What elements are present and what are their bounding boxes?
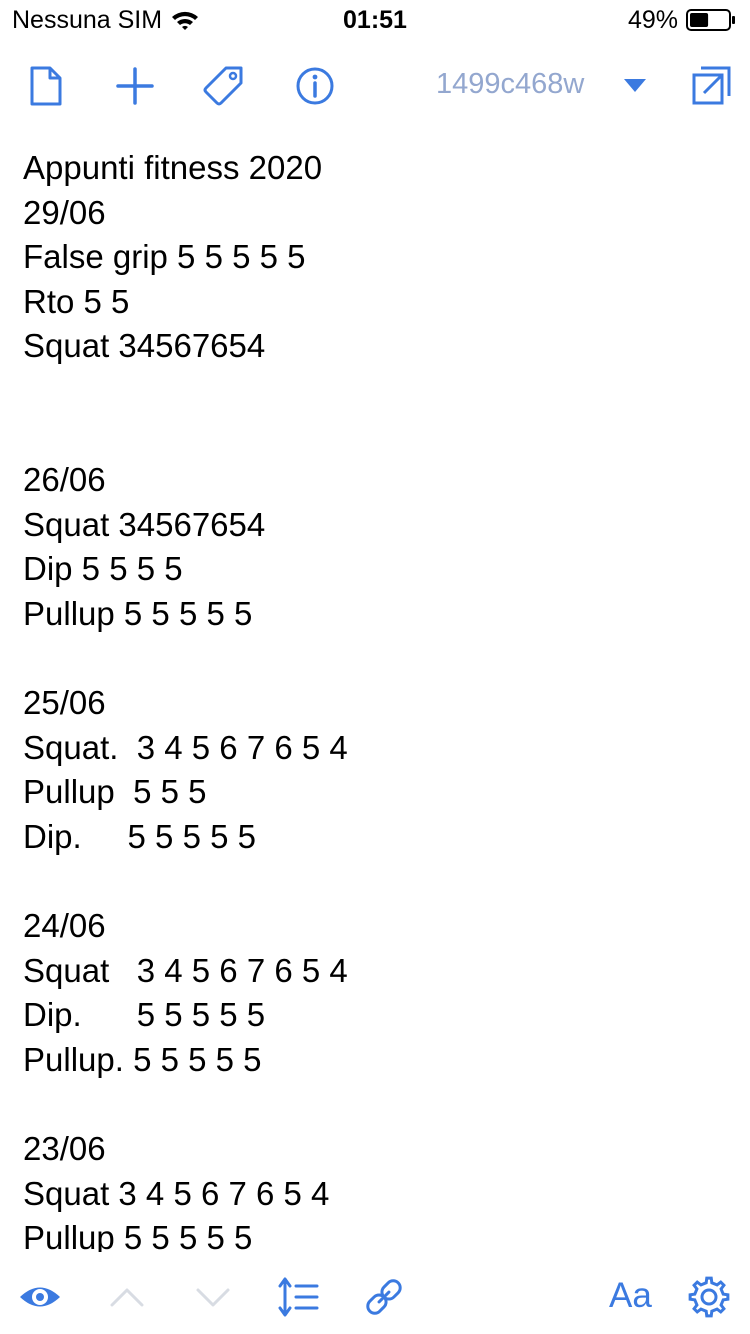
battery-icon (686, 9, 735, 31)
note-line: Squat 3 4 5 6 7 6 5 4 (23, 951, 348, 989)
note-line: Dip 5 5 5 5 (23, 550, 183, 588)
battery-percentage: 49% (627, 6, 678, 34)
info-icon[interactable] (293, 64, 337, 108)
note-line: 24/06 (23, 907, 106, 945)
toolbar: 1499c468w (0, 54, 750, 118)
note-line: Pullup 5 5 5 (23, 773, 207, 811)
note-line: Squat 34567654 (23, 327, 266, 365)
note-line (23, 860, 723, 905)
tag-icon[interactable] (202, 64, 246, 108)
note-line (23, 1082, 723, 1127)
note-line: 25/06 (23, 684, 106, 722)
note-line (23, 369, 723, 414)
note-text-editor[interactable]: Appunti fitness 2020 29/06 False grip 5 5 … (23, 146, 723, 1252)
note-line: Appunti fitness 2020 (23, 149, 323, 186)
caret-down-icon[interactable] (622, 76, 648, 94)
bottom-toolbar: Aa (0, 1262, 750, 1334)
note-line: Squat. 3 4 5 6 7 6 5 4 (23, 728, 348, 766)
link-icon[interactable] (361, 1274, 407, 1320)
note-line: False grip 5 5 5 5 5 (23, 238, 306, 276)
note-line: Dip. 5 5 5 5 5 (23, 996, 266, 1034)
status-bar: Nessuna SIM 01:51 49% (0, 0, 750, 40)
note-line: Squat 3 4 5 6 7 6 5 4 (23, 1174, 330, 1212)
line-spacing-icon[interactable] (275, 1274, 321, 1320)
font-settings-button[interactable]: Aa (609, 1276, 652, 1316)
note-line: Pullup 5 5 5 5 5 (23, 1219, 253, 1252)
document-icon[interactable] (24, 64, 68, 108)
note-line: Pullup. 5 5 5 5 5 (23, 1040, 262, 1078)
eye-icon[interactable] (17, 1274, 63, 1320)
note-name[interactable]: 1499c468w (436, 68, 584, 101)
plus-icon[interactable] (113, 64, 157, 108)
chevron-down-icon[interactable] (190, 1274, 236, 1320)
note-line (23, 414, 723, 459)
note-line: Pullup 5 5 5 5 5 (23, 594, 253, 632)
note-line (23, 637, 723, 682)
gear-icon[interactable] (686, 1274, 732, 1320)
note-line: 26/06 (23, 461, 106, 499)
note-line: Squat 34567654 (23, 505, 266, 543)
note-line: Rto 5 5 (23, 282, 130, 320)
external-window-icon[interactable] (689, 64, 733, 108)
note-line: 23/06 (23, 1130, 106, 1168)
note-line: 29/06 (23, 193, 106, 231)
chevron-up-icon[interactable] (104, 1274, 150, 1320)
note-line: Dip. 5 5 5 5 5 (23, 817, 256, 855)
